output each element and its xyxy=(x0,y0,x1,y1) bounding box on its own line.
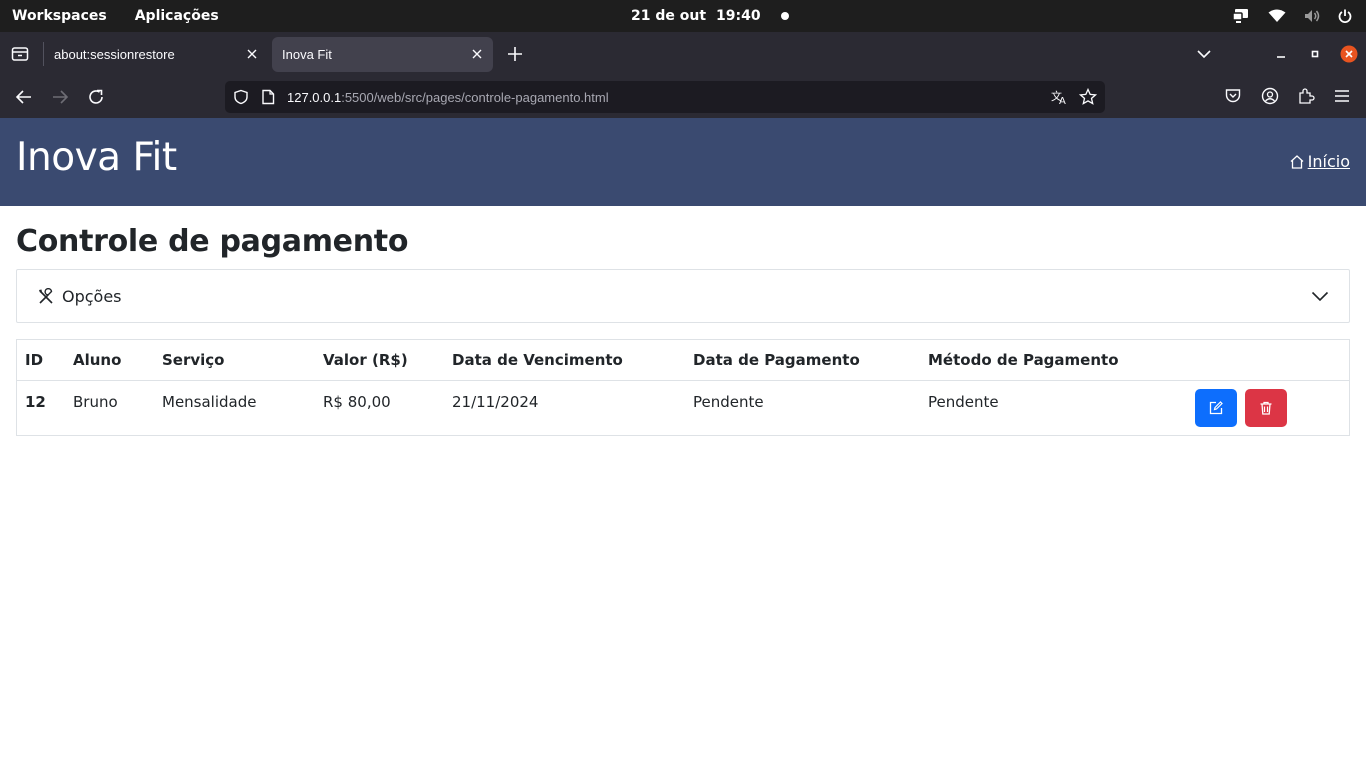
cell-aluno: Bruno xyxy=(73,392,118,411)
minimize-icon[interactable] xyxy=(1272,44,1290,64)
notification-dot-icon xyxy=(780,12,789,20)
shield-icon[interactable] xyxy=(233,89,249,109)
header-id: ID xyxy=(17,340,65,381)
account-icon[interactable] xyxy=(1261,87,1281,107)
translate-icon[interactable]: 文A xyxy=(1051,89,1069,109)
tab-title: Inova Fit xyxy=(282,47,332,62)
list-all-tabs-icon[interactable] xyxy=(1195,44,1213,64)
header-aluno: Aluno xyxy=(65,340,154,381)
site-header: Inova Fit Início xyxy=(0,118,1366,206)
house-icon xyxy=(1290,154,1304,169)
header-pagamento: Data de Pagamento xyxy=(685,340,920,381)
page-title: Controle de pagamento xyxy=(16,224,409,259)
tab-overview-icon[interactable] xyxy=(10,44,30,64)
cell-valor: R$ 80,00 xyxy=(323,392,391,411)
forward-arrow-icon[interactable] xyxy=(50,87,70,107)
cell-servico: Mensalidade xyxy=(162,392,257,411)
edit-button[interactable] xyxy=(1195,388,1237,427)
back-arrow-icon[interactable] xyxy=(14,87,34,107)
menu-hamburger-icon[interactable] xyxy=(1333,87,1353,107)
wifi-icon[interactable] xyxy=(1268,9,1286,23)
home-link[interactable]: Início xyxy=(1289,152,1350,171)
power-icon[interactable] xyxy=(1338,9,1352,23)
applications-menu[interactable]: Aplicações xyxy=(135,8,219,24)
header-servico: Serviço xyxy=(154,340,315,381)
clock-time: 19:40 xyxy=(716,8,761,24)
cell-actions xyxy=(1187,380,1349,435)
tab-session-restore[interactable]: about:sessionrestore xyxy=(44,37,268,72)
url-text[interactable]: 127.0.0.1:5500/web/src/pages/controle-pa… xyxy=(287,81,609,113)
header-metodo: Método de Pagamento xyxy=(920,340,1187,381)
svg-text:A: A xyxy=(1059,96,1066,105)
browser-tab-strip: about:sessionrestore Inova Fit xyxy=(0,32,1366,76)
page-icon[interactable] xyxy=(261,89,275,109)
system-top-bar: Workspaces Aplicações 21 de out 19:40 xyxy=(0,0,1366,32)
options-accordion[interactable]: Opções xyxy=(16,269,1350,323)
site-brand[interactable]: Inova Fit xyxy=(16,135,177,180)
url-host: 127.0.0.1 xyxy=(287,89,342,105)
clock[interactable]: 21 de out 19:40 xyxy=(631,0,789,32)
table-row: 12 Bruno Mensalidade R$ 80,00 21/11/2024… xyxy=(17,380,1349,435)
close-tab-icon[interactable] xyxy=(246,48,258,60)
maximize-icon[interactable] xyxy=(1306,44,1324,64)
chevron-down-icon[interactable] xyxy=(1311,288,1329,308)
volume-icon[interactable] xyxy=(1304,9,1320,23)
table-header-row: ID Aluno Serviço Valor (R$) Data de Venc… xyxy=(17,340,1349,381)
close-tab-icon[interactable] xyxy=(471,48,483,60)
close-window-icon[interactable] xyxy=(1340,44,1358,64)
tab-inova-fit[interactable]: Inova Fit xyxy=(272,37,493,72)
options-label: Opções xyxy=(62,287,122,306)
clock-date: 21 de out xyxy=(631,8,707,24)
tab-title: about:sessionrestore xyxy=(54,47,175,62)
bookmark-star-icon[interactable] xyxy=(1078,87,1098,110)
cell-metodo: Pendente xyxy=(928,392,999,411)
cell-vencimento: 21/11/2024 xyxy=(452,392,539,411)
header-valor: Valor (R$) xyxy=(315,340,444,381)
browser-nav-bar: 127.0.0.1:5500/web/src/pages/controle-pa… xyxy=(0,76,1366,118)
payments-table-container: ID Aluno Serviço Valor (R$) Data de Venc… xyxy=(16,339,1350,436)
cell-pagamento: Pendente xyxy=(693,392,764,411)
workspaces-button[interactable]: Workspaces xyxy=(12,8,107,24)
cell-id: 12 xyxy=(25,392,46,411)
url-path: :5500/web/src/pages/controle-pagamento.h… xyxy=(341,89,609,105)
header-vencimento: Data de Vencimento xyxy=(444,340,685,381)
trash-icon xyxy=(1260,401,1272,415)
reload-icon[interactable] xyxy=(86,87,106,107)
payments-table: ID Aluno Serviço Valor (R$) Data de Venc… xyxy=(17,340,1349,435)
pencil-square-icon xyxy=(1209,400,1223,414)
pocket-icon[interactable] xyxy=(1224,87,1244,107)
page-viewport: Inova Fit Início Controle de pagamento O… xyxy=(0,118,1366,768)
display-icon[interactable] xyxy=(1232,8,1250,24)
delete-button[interactable] xyxy=(1245,388,1287,427)
tools-icon xyxy=(37,287,55,310)
url-bar[interactable]: 127.0.0.1:5500/web/src/pages/controle-pa… xyxy=(225,81,1105,113)
new-tab-icon[interactable] xyxy=(506,45,524,63)
home-link-label: Início xyxy=(1307,152,1350,171)
extensions-icon[interactable] xyxy=(1297,87,1317,107)
header-actions xyxy=(1187,340,1349,381)
